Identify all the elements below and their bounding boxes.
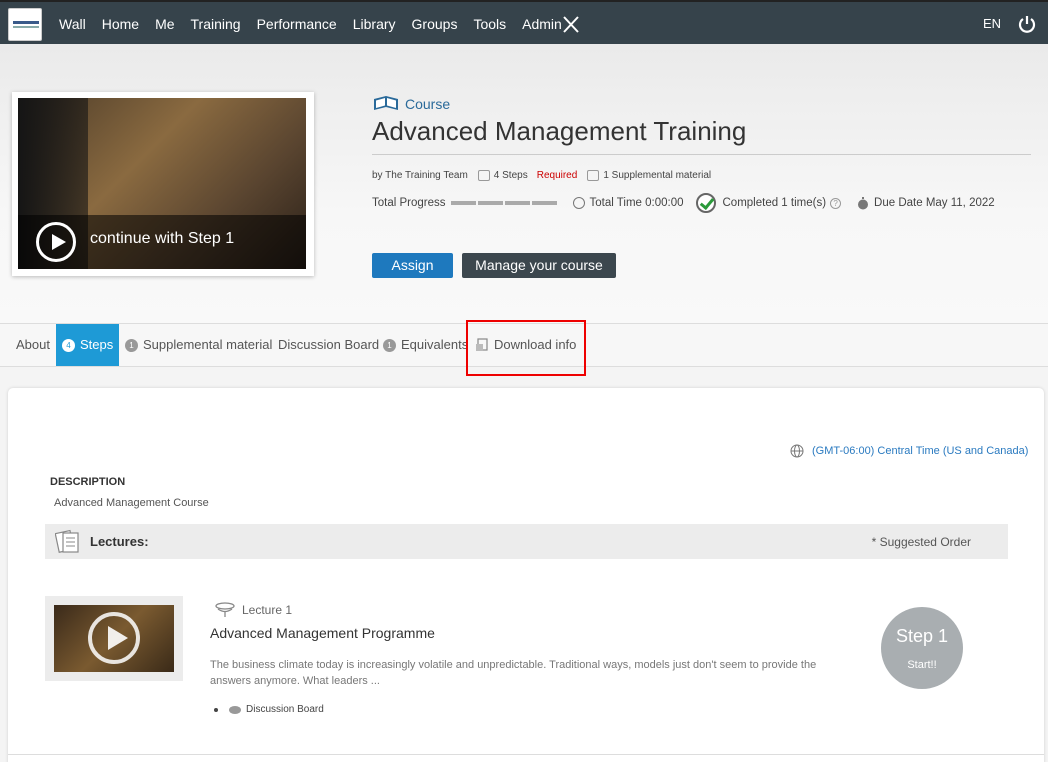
assign-button[interactable]: Assign: [372, 253, 453, 278]
play-icon[interactable]: [88, 612, 140, 664]
tab-steps-label: Steps: [80, 337, 114, 352]
bullet: [214, 707, 218, 712]
list-divider: [8, 754, 1044, 755]
lectures-document-icon: [55, 529, 79, 553]
top-navbar: Wall Home Me Training Performance Librar…: [0, 0, 1048, 44]
nav-item-me[interactable]: Me: [155, 16, 174, 32]
suggested-order: * Suggested Order: [871, 535, 971, 549]
tab-supplemental-label: Supplemental material: [143, 337, 273, 352]
company-logo[interactable]: [8, 8, 42, 41]
tab-equivalents-label: Equivalents: [401, 337, 469, 352]
tab-discussion-label: Discussion Board: [278, 337, 380, 352]
equivalents-count-badge: 1: [383, 338, 396, 352]
lecture-title[interactable]: Advanced Management Programme: [210, 625, 435, 641]
completed-count: Completed 1 time(s): [722, 197, 827, 209]
progress-segment: [450, 201, 476, 205]
tab-steps[interactable]: 4 Steps: [56, 324, 120, 366]
supplemental-count-badge: 1: [125, 338, 138, 352]
nav-item-home[interactable]: Home: [102, 16, 139, 32]
completed-check-icon: [695, 193, 716, 213]
due-date: Due Date May 11, 2022: [874, 197, 995, 209]
total-time: Total Time 0:00:00: [589, 197, 684, 209]
course-stats-row: Total Progress Total Time 0:00:00 Comple…: [372, 193, 995, 213]
stopwatch-icon: [858, 196, 869, 209]
course-type-label: Course: [372, 95, 450, 113]
book-icon: [374, 96, 398, 110]
start-step-button[interactable]: Step 1 Start!!: [881, 607, 963, 689]
nav-item-admin[interactable]: Admin: [522, 16, 562, 32]
progress-segment: [504, 201, 530, 205]
lecture-discussion-label: Discussion Board: [246, 704, 324, 715]
lecture-thumbnail[interactable]: [45, 596, 183, 681]
nav-menu: Wall Home Me Training Performance Librar…: [59, 2, 578, 46]
chat-icon: [229, 705, 241, 714]
description-text: Advanced Management Course: [54, 497, 209, 509]
nav-item-tools[interactable]: Tools: [473, 16, 506, 32]
course-type-text: Course: [405, 96, 451, 112]
nav-item-performance[interactable]: Performance: [257, 16, 337, 32]
lecture-discussion-link[interactable]: Discussion Board: [214, 704, 324, 715]
tab-discussion-board[interactable]: Discussion Board: [278, 324, 379, 366]
progress-label: Total Progress: [372, 197, 446, 209]
supplemental-icon: [587, 170, 600, 181]
steps-count-badge: 4: [62, 338, 75, 352]
tab-about[interactable]: About: [16, 324, 50, 366]
tab-equivalents[interactable]: 1 Equivalents: [383, 324, 468, 366]
nav-item-groups[interactable]: Groups: [412, 16, 458, 32]
tab-supplemental[interactable]: 1 Supplemental material: [125, 324, 272, 366]
course-steps-count: 4 Steps: [493, 170, 528, 181]
step-label: Step 1: [895, 626, 949, 646]
close-icon[interactable]: [562, 14, 580, 34]
nav-item-wall[interactable]: Wall: [59, 16, 86, 32]
progress-segment: [531, 201, 557, 205]
manage-course-button[interactable]: Manage your course: [462, 253, 616, 278]
course-author: by The Training Team: [372, 170, 468, 181]
progress-bar: [450, 201, 559, 205]
steps-icon: [477, 170, 490, 181]
lectures-label: Lectures:: [90, 534, 149, 549]
lecture-number: Lecture 1: [214, 601, 292, 619]
required-badge: Required: [536, 170, 578, 181]
tab-about-label: About: [16, 337, 50, 352]
nav-item-training[interactable]: Training: [191, 16, 241, 32]
power-icon[interactable]: [1018, 14, 1036, 34]
language-selector[interactable]: EN: [983, 16, 1001, 31]
highlight-box: [466, 320, 586, 376]
course-video-card[interactable]: continue with Step 1: [12, 92, 314, 276]
timezone-text: (GMT-06:00) Central Time (US and Canada): [812, 445, 1029, 457]
globe-icon: [790, 444, 804, 458]
progress-segment: [477, 201, 503, 205]
help-icon[interactable]: ?: [830, 197, 842, 209]
supplemental-count: 1 Supplemental material: [603, 170, 712, 181]
continue-step-link[interactable]: continue with Step 1: [90, 230, 234, 248]
lecture-icon: [215, 602, 235, 617]
timezone-link[interactable]: (GMT-06:00) Central Time (US and Canada): [790, 444, 1028, 458]
nav-item-library[interactable]: Library: [353, 16, 396, 32]
clock-icon: [572, 197, 585, 209]
course-video-thumbnail[interactable]: continue with Step 1: [18, 98, 306, 269]
description-heading: DESCRIPTION: [50, 476, 126, 488]
lectures-header: Lectures: * Suggested Order: [45, 524, 1008, 559]
lecture-description: The business climate today is increasing…: [210, 659, 817, 687]
lecture-number-text: Lecture 1: [242, 603, 293, 617]
play-icon[interactable]: [36, 222, 76, 262]
step-action: Start!!: [907, 659, 937, 671]
course-title: Advanced Management Training: [372, 116, 747, 146]
title-divider: [372, 154, 1031, 155]
course-meta-row: by The Training Team 4 Steps Required 1 …: [372, 170, 711, 181]
